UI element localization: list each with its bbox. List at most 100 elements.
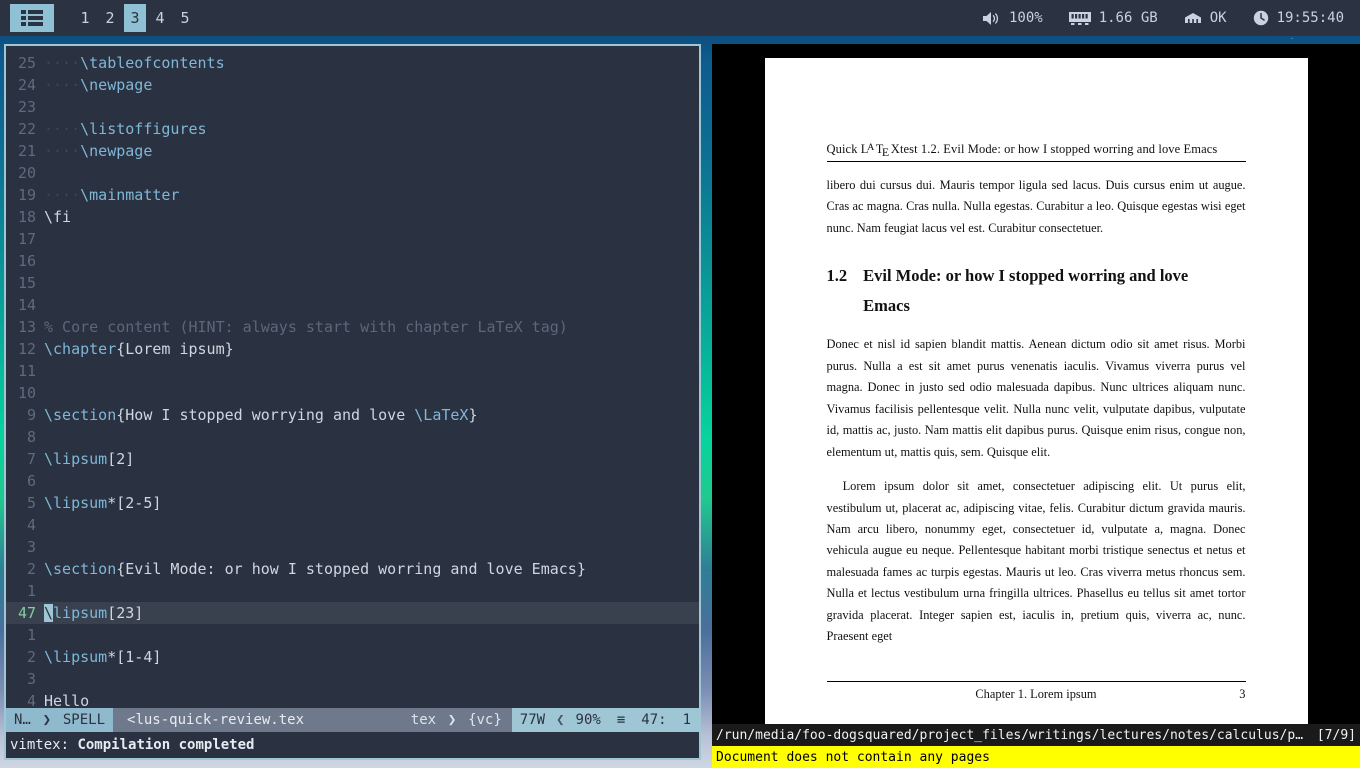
line-number: 16 [17,252,36,270]
editor-line[interactable]: 18 \fi [6,206,699,228]
list-menu-icon[interactable] [10,4,54,32]
line-number: 10 [17,384,36,402]
statusline-spell: SPELL [54,708,114,732]
editor-line[interactable]: 1 [6,580,699,602]
code-token: \LaTeX [414,406,469,424]
running-head-suffix: test 1.2. Evil Mode: or how I stopped wo… [899,142,1218,156]
statusline-percent: 90% [575,712,601,728]
desktop-wallpaper: 1 2 3 4 5 100% 1.66 GB OK 19:55:40 25 ··… [0,0,1360,768]
workspace-5[interactable]: 5 [174,4,196,32]
running-head-prefix: Quick [826,142,861,156]
volume-value: 100% [1008,10,1043,26]
clock-value: 19:55:40 [1276,10,1344,26]
workspace-1[interactable]: 1 [74,4,96,32]
editor-line[interactable]: 47 \lipsum[23] [6,602,699,624]
line-number: 12 [17,340,36,358]
editor-line[interactable]: 7 \lipsum[2] [6,448,699,470]
editor-line[interactable]: 8 [6,426,699,448]
workspace-3[interactable]: 3 [124,4,146,32]
line-number: 3 [26,538,36,556]
memory-value: 1.66 GB [1098,10,1158,26]
cmdline-message: Compilation completed [77,737,255,753]
statusline-column-position: 1 [682,712,691,728]
editor-line[interactable]: 4 Hello [6,690,699,708]
pdf-file-path: /run/media/foo-dogsquared/project_files/… [716,727,1309,743]
pdf-viewer-window[interactable]: Quick LATE Xtest 1.2. Evil Mode: or how I… [712,44,1360,768]
editor-line[interactable]: 19 ····\mainmatter [6,184,699,206]
editor-line[interactable]: 15 [6,272,699,294]
line-number: 15 [17,274,36,292]
footer-row: Chapter 1. Lorem ipsum 3 [827,687,1245,702]
line-number: 13 [17,318,36,336]
editor-line[interactable]: 12 \chapter{Lorem ipsum} [6,338,699,360]
statusline-filetype: tex [402,708,445,732]
pdf-canvas[interactable]: Quick LATE Xtest 1.2. Evil Mode: or how I… [712,44,1360,724]
indent-guide: ···· [44,76,81,94]
editor-line[interactable]: 6 [6,470,699,492]
statusline-sep-2: ❯ [444,708,461,732]
workspace-switcher[interactable]: 1 2 3 4 5 [74,4,199,32]
network-value: OK [1209,10,1227,26]
editor-line[interactable]: 17 [6,228,699,250]
line-number: 1 [26,582,36,600]
network-indicator[interactable]: OK [1184,10,1227,26]
line-number: 20 [17,164,36,182]
workspace-4[interactable]: 4 [149,4,171,32]
editor-line[interactable]: 9 \section{How I stopped worrying and lov… [6,404,699,426]
memory-indicator[interactable]: 1.66 GB [1068,10,1158,26]
cmdline-prefix: vimtex: [10,737,70,753]
pdf-paragraph-2: Lorem ipsum dolor sit amet, consectetuer… [826,479,1246,644]
text-editor-window[interactable]: 25 ····\tableofcontents 24 ····\newpage 23 22… [4,44,701,760]
editor-line[interactable]: 25 ····\tableofcontents [6,52,699,74]
pdf-warning-message: Document does not contain any pages [716,749,990,765]
editor-line[interactable]: 4 [6,514,699,536]
statusline-line-position: 47: [641,712,667,728]
line-number: 5 [26,494,36,512]
line-number: 22 [17,120,36,138]
editor-line[interactable]: 2 \section{Evil Mode: or how I stopped wo… [6,558,699,580]
line-number: 8 [26,428,36,446]
pdf-section-heading: 1.2 Evil Mode: or how I stopped worring … [827,261,1246,321]
editor-line[interactable]: 22 ····\listoffigures [6,118,699,140]
editor-line[interactable]: 11 [6,360,699,382]
statusline-version-control: {vc} [460,708,512,732]
editor-line[interactable]: 3 [6,668,699,690]
page-top-edge [764,56,1308,58]
code-token: % Core content (HINT: always start with … [44,318,568,336]
editor-line[interactable]: 16 [6,250,699,272]
editor-line[interactable]: 14 [6,294,699,316]
editor-line[interactable]: 20 [6,162,699,184]
editor-line[interactable]: 2 \lipsum*[1-4] [6,646,699,668]
line-number: 7 [26,450,36,468]
code-token: \newpage [80,142,153,160]
editor-line[interactable]: 10 [6,382,699,404]
line-number: 23 [17,98,36,116]
line-number: 21 [17,142,36,160]
editor-line[interactable]: 21 ····\newpage [6,140,699,162]
code-token: \lipsum [44,648,108,666]
volume-indicator[interactable]: 100% [982,10,1043,26]
line-content: ····\listoffigures [44,118,207,140]
statusline-sep-3: ❮ [556,712,565,728]
line-number: 17 [17,230,36,248]
memory-ram-icon [1068,11,1091,25]
editor-line[interactable]: 5 \lipsum*[2-5] [6,492,699,514]
line-content: ····\newpage [44,74,152,96]
editor-command-line[interactable]: vimtex: Compilation completed [6,732,699,758]
top-status-bar: 1 2 3 4 5 100% 1.66 GB OK 19:55:40 [0,0,1360,36]
footer-rule [826,681,1246,682]
editor-line[interactable]: 13 % Core content (HINT: always start wit… [6,316,699,338]
editor-line[interactable]: 3 [6,536,699,558]
editor-line[interactable]: 23 [6,96,699,118]
line-number: 24 [17,76,36,94]
workspace-2[interactable]: 2 [99,4,121,32]
editor-line[interactable]: 24 ····\newpage [6,74,699,96]
code-token: \newpage [80,76,153,94]
line-number: 6 [26,472,36,490]
code-token: *[1-4] [107,648,162,666]
editor-buffer[interactable]: 25 ····\tableofcontents 24 ····\newpage 23 22… [6,46,699,708]
code-token: \fi [44,208,72,226]
editor-line[interactable]: 1 [6,624,699,646]
line-content: \fi [44,206,71,228]
clock-indicator[interactable]: 19:55:40 [1253,10,1344,26]
